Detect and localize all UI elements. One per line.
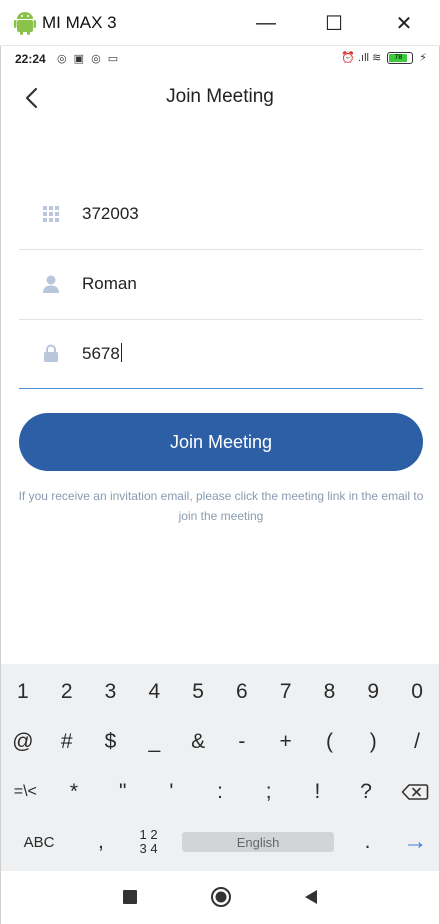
- key-slash[interactable]: /: [395, 717, 439, 767]
- phone-screen: 22:24 ◎ ▣ ◎ ▭ ⏰ .ıll ≋ 78 ⚡ Join Meeting: [0, 46, 440, 924]
- key-double-quote[interactable]: ": [98, 767, 147, 817]
- system-nav-bar: [1, 871, 439, 924]
- notification-icons: ◎ ▣ ◎ ▭: [57, 53, 121, 65]
- invitation-hint: If you receive an invitation email, plea…: [18, 489, 424, 523]
- enter-key[interactable]: →: [391, 817, 439, 867]
- soft-keyboard: 1 2 3 4 5 6 7 8 9 0 @ # $ _ & - + ( ) / …: [1, 664, 439, 871]
- person-icon: [43, 275, 59, 293]
- key-6[interactable]: 6: [220, 667, 264, 717]
- key-question[interactable]: ?: [342, 767, 391, 817]
- space-key[interactable]: English: [172, 817, 343, 867]
- key-hash[interactable]: #: [45, 717, 89, 767]
- key-period[interactable]: .: [344, 817, 392, 867]
- key-0[interactable]: 0: [395, 667, 439, 717]
- abc-key[interactable]: ABC: [1, 817, 77, 867]
- arrow-right-icon: →: [403, 828, 428, 855]
- status-bar: 22:24 ◎ ▣ ◎ ▭ ⏰ .ıll ≋ 78 ⚡: [1, 46, 439, 72]
- alarm-signal-wifi-icons: ⏰ .ıll ≋: [341, 52, 382, 64]
- key-3[interactable]: 3: [89, 667, 133, 717]
- recents-button[interactable]: [118, 885, 142, 909]
- back-nav-button[interactable]: [299, 885, 323, 909]
- key-plus[interactable]: +: [264, 717, 308, 767]
- key-8[interactable]: 8: [308, 667, 352, 717]
- minimize-button[interactable]: —: [244, 0, 288, 46]
- numpad-toggle-line2: 3 4: [139, 841, 158, 856]
- triangle-back-icon: [305, 890, 317, 904]
- key-4[interactable]: 4: [132, 667, 176, 717]
- numpad-toggle-line1: 1 2: [139, 827, 158, 842]
- password-value: 5678: [82, 343, 122, 364]
- close-button[interactable]: ✕: [382, 0, 426, 46]
- key-single-quote[interactable]: ': [147, 767, 196, 817]
- charging-icon: ⚡: [419, 52, 427, 64]
- lock-icon: [44, 344, 58, 362]
- backspace-key[interactable]: [390, 767, 439, 817]
- maximize-icon: ☐: [325, 12, 343, 35]
- circle-icon: [211, 887, 231, 907]
- key-9[interactable]: 9: [351, 667, 395, 717]
- key-2[interactable]: 2: [45, 667, 89, 717]
- key-asterisk[interactable]: *: [50, 767, 99, 817]
- key-at[interactable]: @: [1, 717, 45, 767]
- key-more-symbols[interactable]: =\<: [1, 767, 50, 817]
- status-time: 22:24: [15, 52, 46, 66]
- meeting-id-value: 372003: [82, 204, 139, 223]
- name-field[interactable]: Roman: [19, 250, 423, 320]
- keyboard-row-symbols-1: @ # $ _ & - + ( ) /: [1, 717, 439, 767]
- backspace-icon: [401, 784, 429, 800]
- key-colon[interactable]: :: [196, 767, 245, 817]
- key-paren-open[interactable]: (: [308, 717, 352, 767]
- key-exclamation[interactable]: !: [293, 767, 342, 817]
- password-field[interactable]: 5678: [19, 319, 423, 389]
- home-button[interactable]: [209, 885, 233, 909]
- window-titlebar: MI MAX 3 — ☐ ✕: [0, 0, 440, 46]
- name-value: Roman: [82, 274, 137, 293]
- key-dollar[interactable]: $: [89, 717, 133, 767]
- keyboard-row-bottom: ABC , 1 2 3 4 English . →: [1, 817, 439, 867]
- key-comma[interactable]: ,: [77, 817, 125, 867]
- key-7[interactable]: 7: [264, 667, 308, 717]
- android-icon: [14, 12, 36, 35]
- join-meeting-button[interactable]: Join Meeting: [19, 413, 423, 471]
- password-text: 5678: [82, 344, 120, 363]
- key-ampersand[interactable]: &: [176, 717, 220, 767]
- meeting-id-field[interactable]: 372003: [19, 180, 423, 250]
- battery-icon: 78: [387, 51, 414, 64]
- text-caret: [120, 343, 122, 362]
- keyboard-row-numbers: 1 2 3 4 5 6 7 8 9 0: [1, 667, 439, 717]
- window-title: MI MAX 3: [42, 13, 117, 32]
- space-key-label: English: [182, 832, 335, 852]
- maximize-button[interactable]: ☐: [312, 0, 356, 46]
- grid-icon: [43, 206, 59, 222]
- page-title: Join Meeting: [166, 86, 274, 107]
- key-1[interactable]: 1: [1, 667, 45, 717]
- app-header: Join Meeting: [1, 72, 439, 124]
- key-semicolon[interactable]: ;: [244, 767, 293, 817]
- numpad-toggle-key[interactable]: 1 2 3 4: [125, 817, 173, 867]
- battery-level: 78: [389, 53, 408, 62]
- minimize-icon: —: [256, 11, 276, 34]
- key-underscore[interactable]: _: [132, 717, 176, 767]
- key-paren-close[interactable]: ): [351, 717, 395, 767]
- square-icon: [123, 890, 137, 904]
- keyboard-row-symbols-2: =\< * " ' : ; ! ?: [1, 767, 439, 817]
- key-5[interactable]: 5: [176, 667, 220, 717]
- system-icons: ⏰ .ıll ≋ 78 ⚡: [341, 51, 427, 64]
- close-icon: ✕: [395, 12, 413, 35]
- key-minus[interactable]: -: [220, 717, 264, 767]
